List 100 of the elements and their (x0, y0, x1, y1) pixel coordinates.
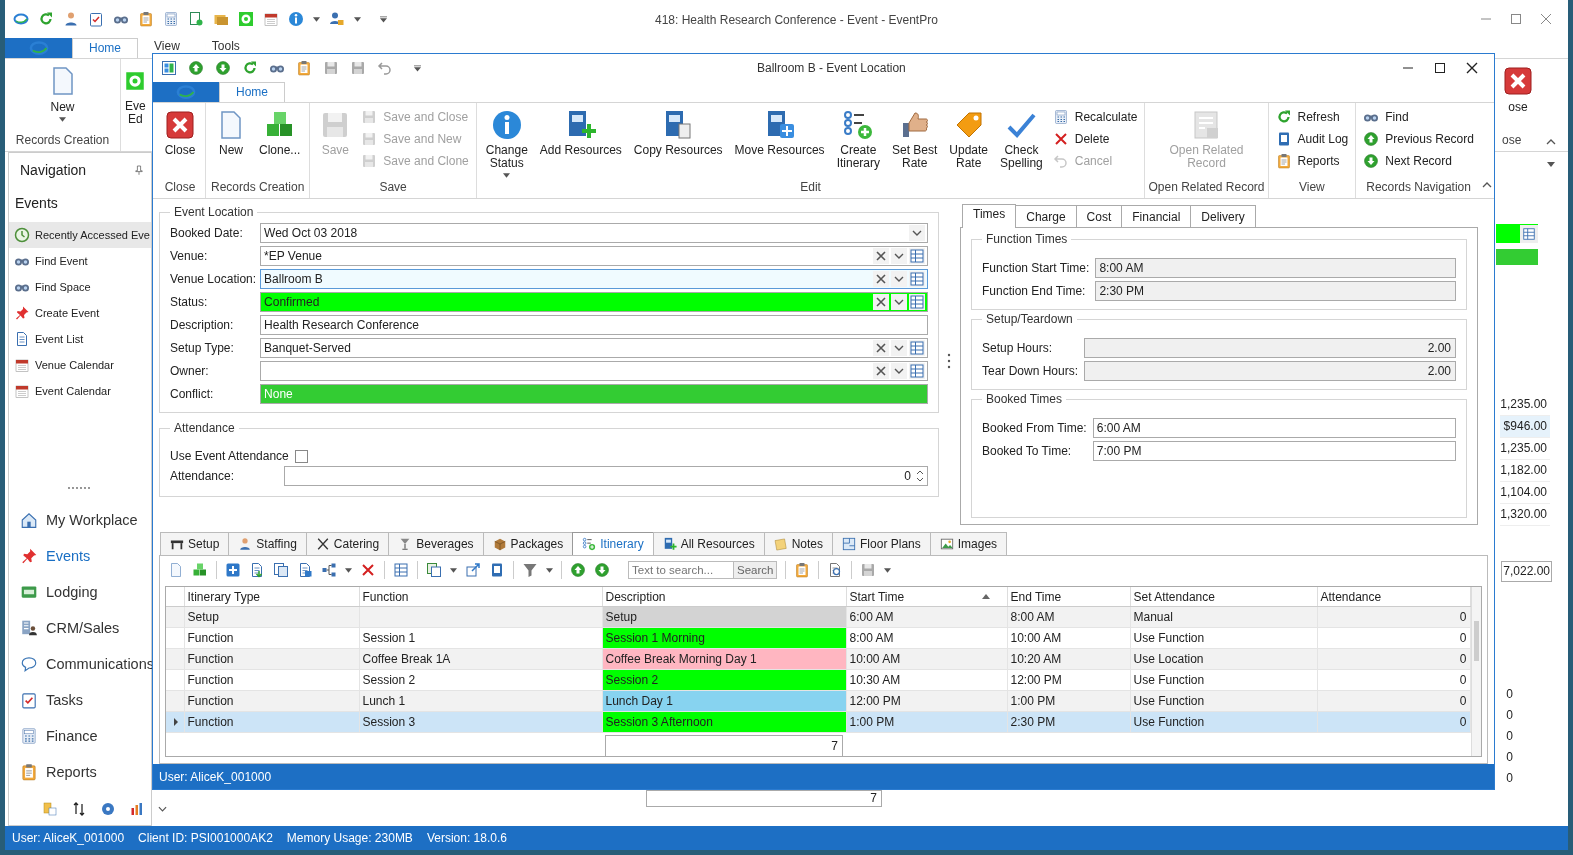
ribbon-button[interactable]: ose (1502, 59, 1534, 114)
caret-icon[interactable] (313, 16, 320, 22)
column-header[interactable]: Description (602, 587, 846, 607)
ribbon-button[interactable]: Reports (1271, 153, 1353, 169)
caret-icon[interactable] (354, 16, 361, 22)
module-item[interactable]: Finance (9, 718, 151, 754)
logo-icon[interactable] (13, 11, 29, 27)
ribbon-button[interactable]: Close (158, 103, 202, 180)
input-field[interactable]: 6:00 AM (1092, 418, 1456, 438)
ribbon-button[interactable]: Check Spelling (994, 103, 1049, 180)
layout-icon[interactable] (161, 60, 177, 76)
module-item[interactable]: Events (9, 538, 151, 574)
tab[interactable]: Setup (160, 532, 230, 555)
undo-icon[interactable] (377, 60, 393, 76)
module-item[interactable]: CRM/Sales (9, 610, 151, 646)
collapse-icon[interactable] (1546, 139, 1556, 145)
nav-item[interactable]: Event List (9, 326, 151, 352)
log-book-icon[interactable] (489, 562, 505, 578)
column-header[interactable]: Set Attendance (1130, 587, 1317, 607)
input-field[interactable] (260, 361, 928, 381)
nav-item[interactable]: Find Event (9, 248, 151, 274)
customize-menu-icon[interactable] (380, 15, 387, 23)
ribbon-button[interactable]: Find (1359, 109, 1478, 125)
input-field[interactable]: *EP Venue (260, 246, 928, 266)
copy-icon[interactable] (426, 562, 442, 578)
sort-arrows-icon[interactable] (71, 801, 87, 817)
clear-icon[interactable] (873, 271, 889, 287)
input-field[interactable]: 2.00 (1084, 361, 1456, 381)
ribbon-button[interactable]: Clone... (253, 103, 307, 180)
tab[interactable]: Staffing (228, 532, 307, 555)
tab[interactable]: All Resources (652, 532, 765, 555)
input-field[interactable]: 2:30 PM (1095, 281, 1456, 301)
tab[interactable]: Floor Plans (832, 532, 931, 555)
tab[interactable]: Images (929, 532, 1008, 555)
chevron-down-icon[interactable] (158, 806, 167, 812)
ribbon-button[interactable]: Recalculate (1048, 109, 1142, 125)
filter-icon[interactable] (522, 562, 538, 578)
pin-icon[interactable] (135, 165, 143, 175)
caret-icon[interactable] (1547, 162, 1555, 167)
chevron-down-icon[interactable] (891, 363, 907, 379)
tab[interactable]: Itinerary (572, 532, 654, 555)
input-field[interactable]: Banquet-Served (260, 338, 928, 358)
lookup-grid-icon[interactable] (909, 363, 925, 379)
module-item[interactable]: Reports (9, 754, 151, 790)
input-field[interactable]: Health Research Conference (260, 315, 928, 335)
status-field[interactable] (1496, 224, 1538, 243)
ribbon-button[interactable]: Create Itinerary (830, 103, 886, 180)
info-icon[interactable] (288, 11, 304, 27)
input-field[interactable]: Wed Oct 03 2018 (260, 223, 928, 243)
ribbon-tab[interactable]: View (138, 38, 196, 53)
clear-icon[interactable] (873, 248, 889, 264)
tab[interactable]: Beverages (388, 532, 484, 555)
hierarchy-icon[interactable] (321, 562, 337, 578)
ribbon-tab[interactable]: Tools (195, 38, 256, 53)
ribbon-button[interactable]: Update Rate (943, 103, 995, 180)
module-item[interactable]: My Workplace (9, 502, 151, 538)
ribbon-button[interactable]: Copy Resources (627, 103, 729, 180)
module-item[interactable]: Lodging (9, 574, 151, 610)
caret-icon[interactable] (546, 567, 553, 573)
table-icon[interactable] (393, 562, 409, 578)
delete-icon[interactable] (360, 562, 376, 578)
disc-icon[interactable] (100, 801, 116, 817)
ribbon-button[interactable]: New (209, 103, 253, 180)
document-plus-icon[interactable] (188, 11, 204, 27)
refresh-icon[interactable] (242, 60, 258, 76)
calculator-icon[interactable] (163, 11, 179, 27)
user-lock-icon[interactable] (329, 11, 345, 27)
close-icon[interactable] (1466, 62, 1478, 74)
input-field[interactable]: 8:00 AM (1095, 258, 1456, 278)
column-header[interactable]: End Time (1007, 587, 1130, 607)
ribbon-button[interactable]: Move Resources (728, 103, 831, 180)
tab[interactable]: Notes (763, 532, 834, 555)
column-header[interactable]: Function (359, 587, 602, 607)
ribbon-button[interactable]: Next Record (1359, 153, 1478, 169)
column-header[interactable]: Start Time (846, 587, 1007, 607)
input-field[interactable]: Ballroom B (260, 269, 928, 289)
splitter-handle[interactable] (947, 353, 951, 369)
documents-icon[interactable] (273, 562, 289, 578)
customize-menu-icon[interactable] (414, 64, 421, 72)
tab[interactable]: Charge (1015, 205, 1077, 227)
document-down-icon[interactable] (249, 562, 265, 578)
caret-icon[interactable] (450, 567, 457, 573)
bar-chart-icon[interactable] (129, 801, 145, 817)
input-field[interactable]: 2.00 (1084, 338, 1456, 358)
maximize-icon[interactable] (1434, 62, 1446, 74)
new-button[interactable]: New (40, 59, 85, 122)
tab[interactable]: Catering (305, 532, 390, 555)
clear-icon[interactable] (873, 363, 889, 379)
clipboard-icon[interactable] (138, 11, 154, 27)
checkbox[interactable] (294, 449, 308, 463)
chevron-down-icon[interactable] (909, 225, 925, 241)
number-field[interactable]: 0 (284, 466, 928, 486)
clear-icon[interactable] (873, 340, 889, 356)
scrollbar[interactable] (1470, 587, 1481, 756)
ribbon-button[interactable]: Audit Log (1271, 131, 1353, 147)
lookup-grid-icon[interactable] (909, 271, 925, 287)
chevron-down-icon[interactable] (891, 248, 907, 264)
ribbon-button[interactable]: Delete (1048, 131, 1142, 147)
task-clipboard-icon[interactable] (88, 11, 104, 27)
nav-item[interactable]: Find Space (9, 274, 151, 300)
